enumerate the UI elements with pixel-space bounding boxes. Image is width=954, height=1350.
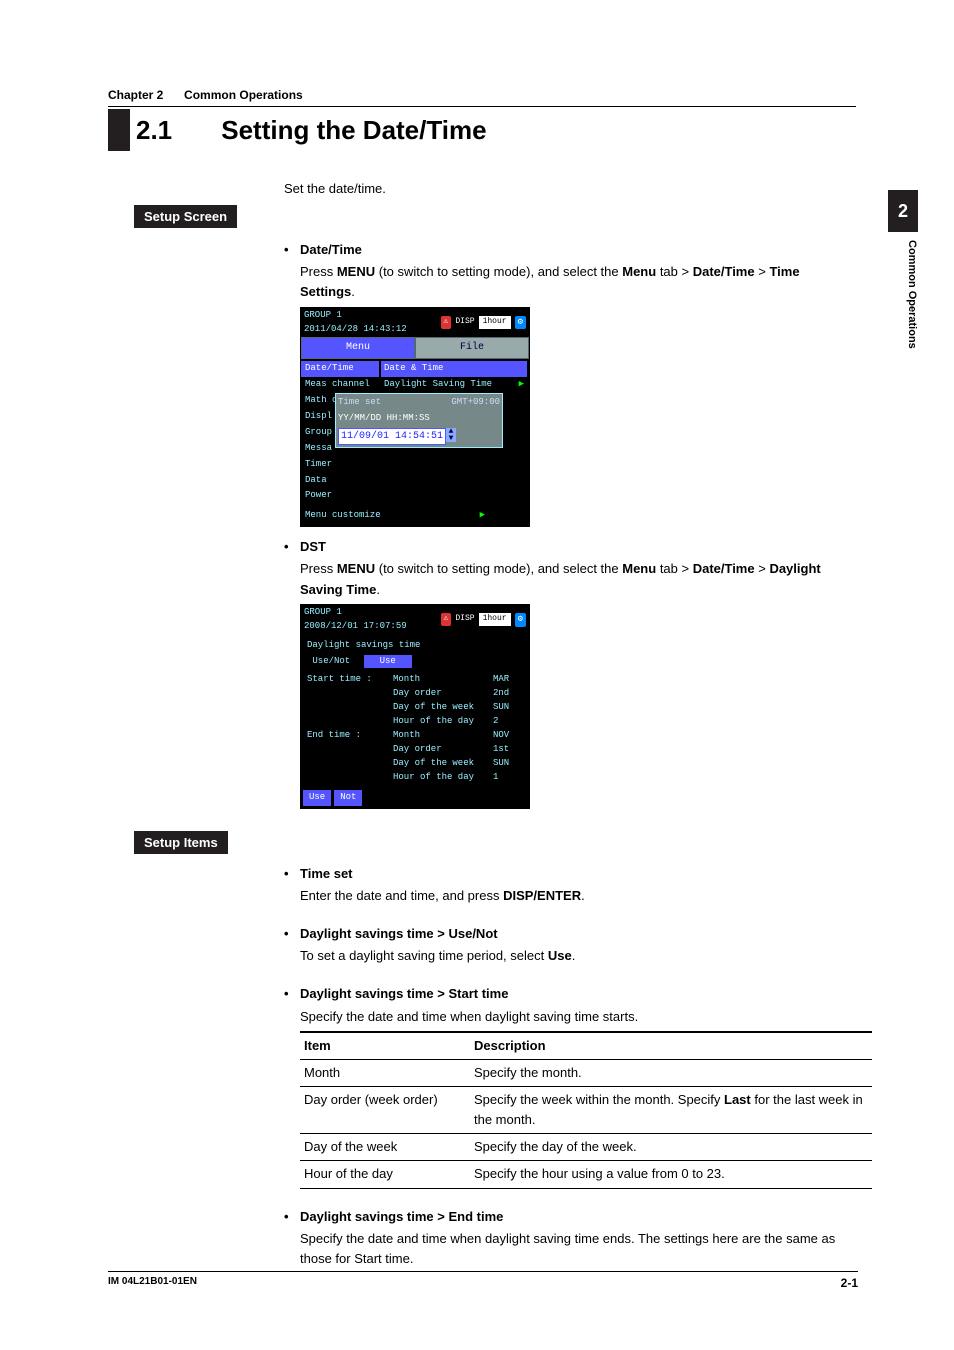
table-row: Hour of the day Specify the hour using a… bbox=[300, 1161, 872, 1188]
chapter-name: Common Operations bbox=[184, 88, 303, 102]
device-right-panel: Date & Time Daylight Saving Time▶ Time s… bbox=[379, 359, 529, 506]
th-item: Item bbox=[300, 1032, 470, 1060]
gear-icon: ⚙ bbox=[515, 613, 526, 627]
usenot-para: To set a daylight saving time period, se… bbox=[284, 946, 856, 966]
device-button-use: Use bbox=[303, 790, 331, 806]
heading-setup-items: Setup Items bbox=[134, 831, 228, 854]
time-set-popup: Time set GMT+09:00 YY/MM/DD HH:MM:SS 11/… bbox=[335, 393, 503, 448]
table-row: Day of the week Specify the day of the w… bbox=[300, 1134, 872, 1161]
alarm-badge: ⚠ bbox=[441, 316, 452, 328]
page-title-row: 2.1 Setting the Date/Time bbox=[108, 109, 856, 151]
title-accent-bar bbox=[108, 109, 130, 151]
intro-text: Set the date/time. bbox=[284, 179, 856, 199]
bullet-dst-title: DST bbox=[300, 539, 326, 554]
header-rule bbox=[108, 106, 856, 107]
side-tab-label: Common Operations bbox=[906, 240, 918, 349]
doc-id: IM 04L21B01-01EN bbox=[108, 1276, 197, 1290]
chapter-num: Chapter 2 bbox=[108, 88, 163, 102]
bullet-datetime: Date/Time bbox=[284, 240, 856, 260]
datetime-instruction: Press MENU (to switch to setting mode), … bbox=[284, 262, 856, 302]
gear-icon: ⚙ bbox=[515, 316, 526, 330]
bullet-dst: DST bbox=[284, 537, 856, 557]
bullet-usenot: Daylight savings time > Use/Not bbox=[284, 924, 856, 944]
dst-instruction: Press MENU (to switch to setting mode), … bbox=[284, 559, 856, 599]
start-time-table: Item Description Month Specify the month… bbox=[300, 1031, 872, 1189]
title-text: Setting the Date/Time bbox=[221, 115, 486, 145]
page-title: 2.1 Setting the Date/Time bbox=[136, 115, 487, 146]
chevron-right-icon: ▶ bbox=[480, 509, 485, 523]
page-footer: IM 04L21B01-01EN 2-1 bbox=[108, 1271, 858, 1290]
side-tab-number: 2 bbox=[888, 190, 918, 232]
bullet-timeset: Time set bbox=[284, 864, 856, 884]
th-desc: Description bbox=[470, 1032, 872, 1060]
heading-setup-screen: Setup Screen bbox=[134, 205, 237, 228]
table-row: Day order (week order) Specify the week … bbox=[300, 1087, 872, 1134]
chevron-right-icon: ▶ bbox=[519, 378, 524, 392]
page-number: 2-1 bbox=[841, 1276, 858, 1290]
table-row: Month Specify the month. bbox=[300, 1059, 872, 1086]
spinner-icon: ▲▼ bbox=[446, 428, 456, 442]
device-screenshot-datetime: GROUP 1 2011/04/28 14:43:12 ⚠ DISP 1hour… bbox=[300, 307, 530, 528]
bullet-start: Daylight savings time > Start time bbox=[284, 984, 856, 1004]
device-tab-menu: Menu bbox=[301, 337, 415, 359]
bullet-end: Daylight savings time > End time bbox=[284, 1207, 856, 1227]
device-screenshot-dst: GROUP 1 2008/12/01 17:07:59 ⚠ DISP 1hour… bbox=[300, 604, 530, 809]
alarm-badge: ⚠ bbox=[441, 613, 452, 625]
device-tab-file: File bbox=[415, 337, 529, 359]
start-para: Specify the date and time when daylight … bbox=[284, 1007, 856, 1027]
chapter-header: Chapter 2 Common Operations bbox=[108, 88, 856, 102]
title-number: 2.1 bbox=[136, 115, 214, 146]
end-para: Specify the date and time when daylight … bbox=[284, 1229, 856, 1269]
bullet-datetime-title: Date/Time bbox=[300, 242, 362, 257]
timeset-para: Enter the date and time, and press DISP/… bbox=[284, 886, 856, 906]
dst-table: Start time :MonthMAR Day order2nd Day of… bbox=[307, 673, 523, 785]
device-button-not: Not bbox=[334, 790, 362, 806]
